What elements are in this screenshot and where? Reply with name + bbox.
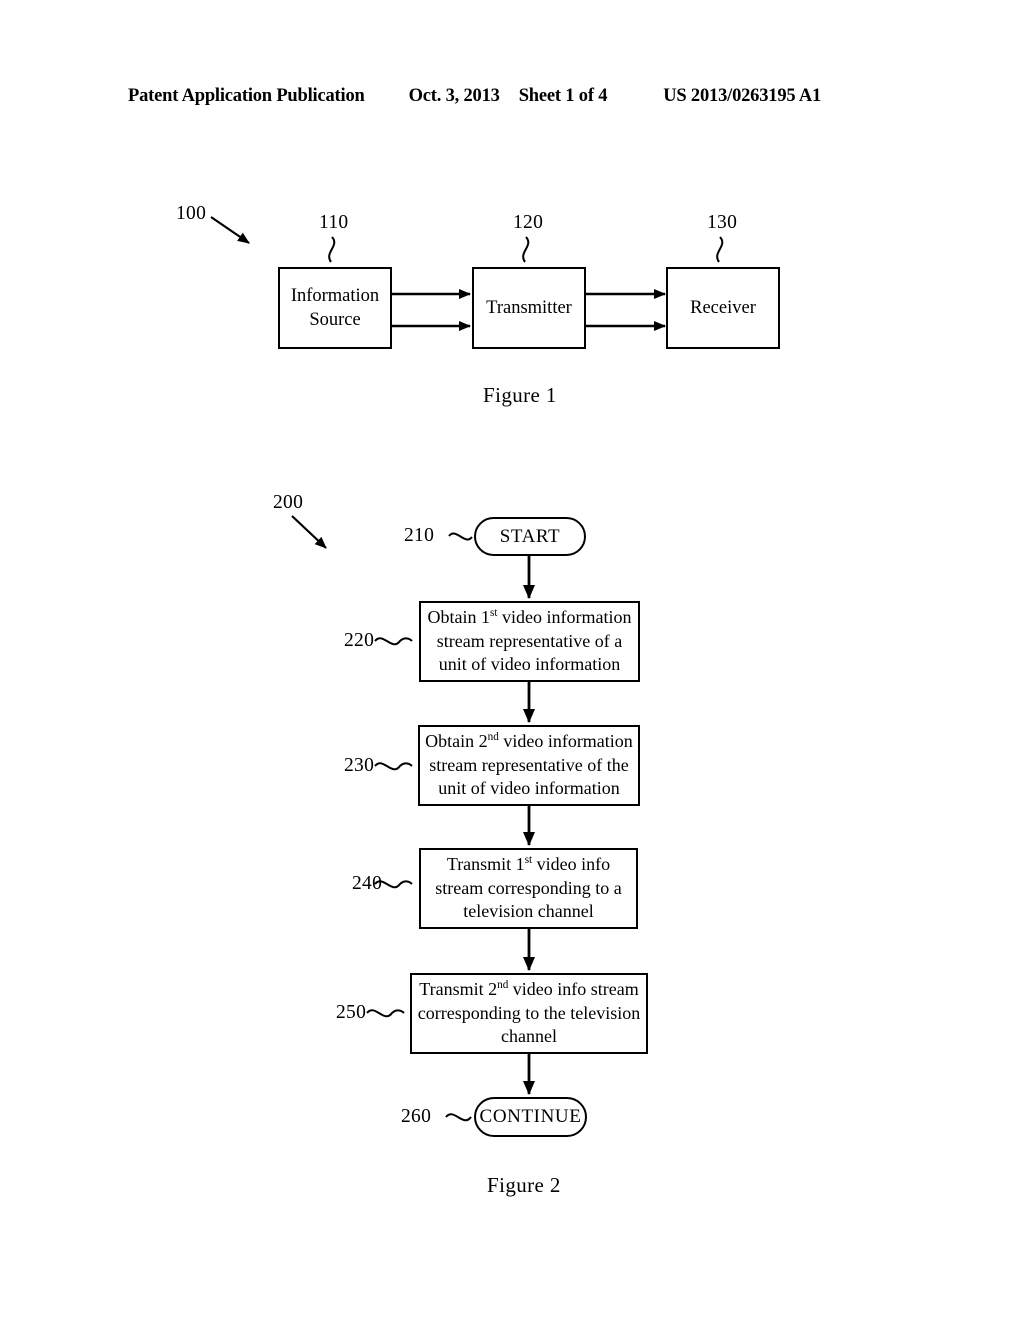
reference-numeral-220: 220 (344, 630, 375, 651)
figure-1-caption: Figure 1 (483, 383, 557, 407)
flow-step-220-line1: Obtain 1st video information (427, 606, 632, 627)
flow-step-220-line2: stream representative of a (436, 630, 623, 651)
reference-numeral-130: 130 (707, 212, 738, 233)
block-information-source-line1: Information (290, 285, 380, 306)
reference-numeral-100: 100 (176, 203, 207, 224)
header-publication-title: Patent Application Publication (128, 86, 365, 106)
flow-step-240-line1: Transmit 1st video info (446, 853, 611, 874)
reference-numeral-210: 210 (404, 525, 435, 546)
reference-numeral-120: 120 (513, 212, 544, 233)
block-transmitter: Transmitter (472, 267, 586, 349)
block-information-source-line2: Source (309, 310, 361, 330)
patent-drawing-page: Patent Application Publication Oct. 3, 2… (0, 0, 1024, 1320)
header-date: Oct. 3, 2013 (408, 86, 500, 106)
flow-step-250-line2: corresponding to the television (417, 1002, 641, 1023)
header-patent-number: US 2013/0263195 A1 (663, 86, 822, 106)
reference-numeral-230: 230 (344, 755, 375, 776)
page-header: Patent Application Publication Oct. 3, 2… (128, 86, 896, 112)
reference-numeral-200: 200 (273, 492, 304, 513)
flow-step-250-line1: Transmit 2nd video info stream (419, 978, 639, 999)
flow-terminator-continue: CONTINUE (474, 1097, 587, 1137)
reference-numeral-240: 240 (352, 873, 383, 894)
flow-step-230-line1: Obtain 2nd video information (425, 730, 633, 751)
header-sheet-number: Sheet 1 of 4 (518, 86, 608, 106)
block-receiver: Receiver (666, 267, 780, 349)
flow-step-220-line3: unit of video information (438, 654, 621, 675)
flow-step-240-line2: stream corresponding to a (435, 877, 622, 898)
block-receiver-label: Receiver (690, 297, 756, 318)
flow-step-transmit-second-stream: Transmit 2nd video info stream correspon… (410, 973, 648, 1054)
flow-step-230-line2: stream representative of the (429, 754, 629, 775)
flow-step-transmit-first-stream: Transmit 1st video info stream correspon… (419, 848, 638, 929)
flow-terminator-continue-label: CONTINUE (479, 1106, 582, 1127)
reference-numeral-250: 250 (336, 1002, 367, 1023)
block-information-source: Information Source (278, 267, 392, 349)
flow-step-240-line3: television channel (463, 901, 594, 922)
reference-numeral-260: 260 (401, 1106, 432, 1127)
block-transmitter-label: Transmitter (486, 297, 572, 318)
flow-terminator-start-label: START (499, 525, 561, 547)
flow-step-250-line3: channel (501, 1026, 557, 1047)
reference-numeral-110: 110 (319, 212, 349, 233)
flow-terminator-start: START (474, 517, 586, 556)
figure-2-caption: Figure 2 (487, 1173, 561, 1197)
flow-step-obtain-second-stream: Obtain 2nd video information stream repr… (418, 725, 640, 806)
flow-step-obtain-first-stream: Obtain 1st video information stream repr… (419, 601, 640, 682)
flow-step-230-line3: unit of video information (438, 778, 620, 799)
